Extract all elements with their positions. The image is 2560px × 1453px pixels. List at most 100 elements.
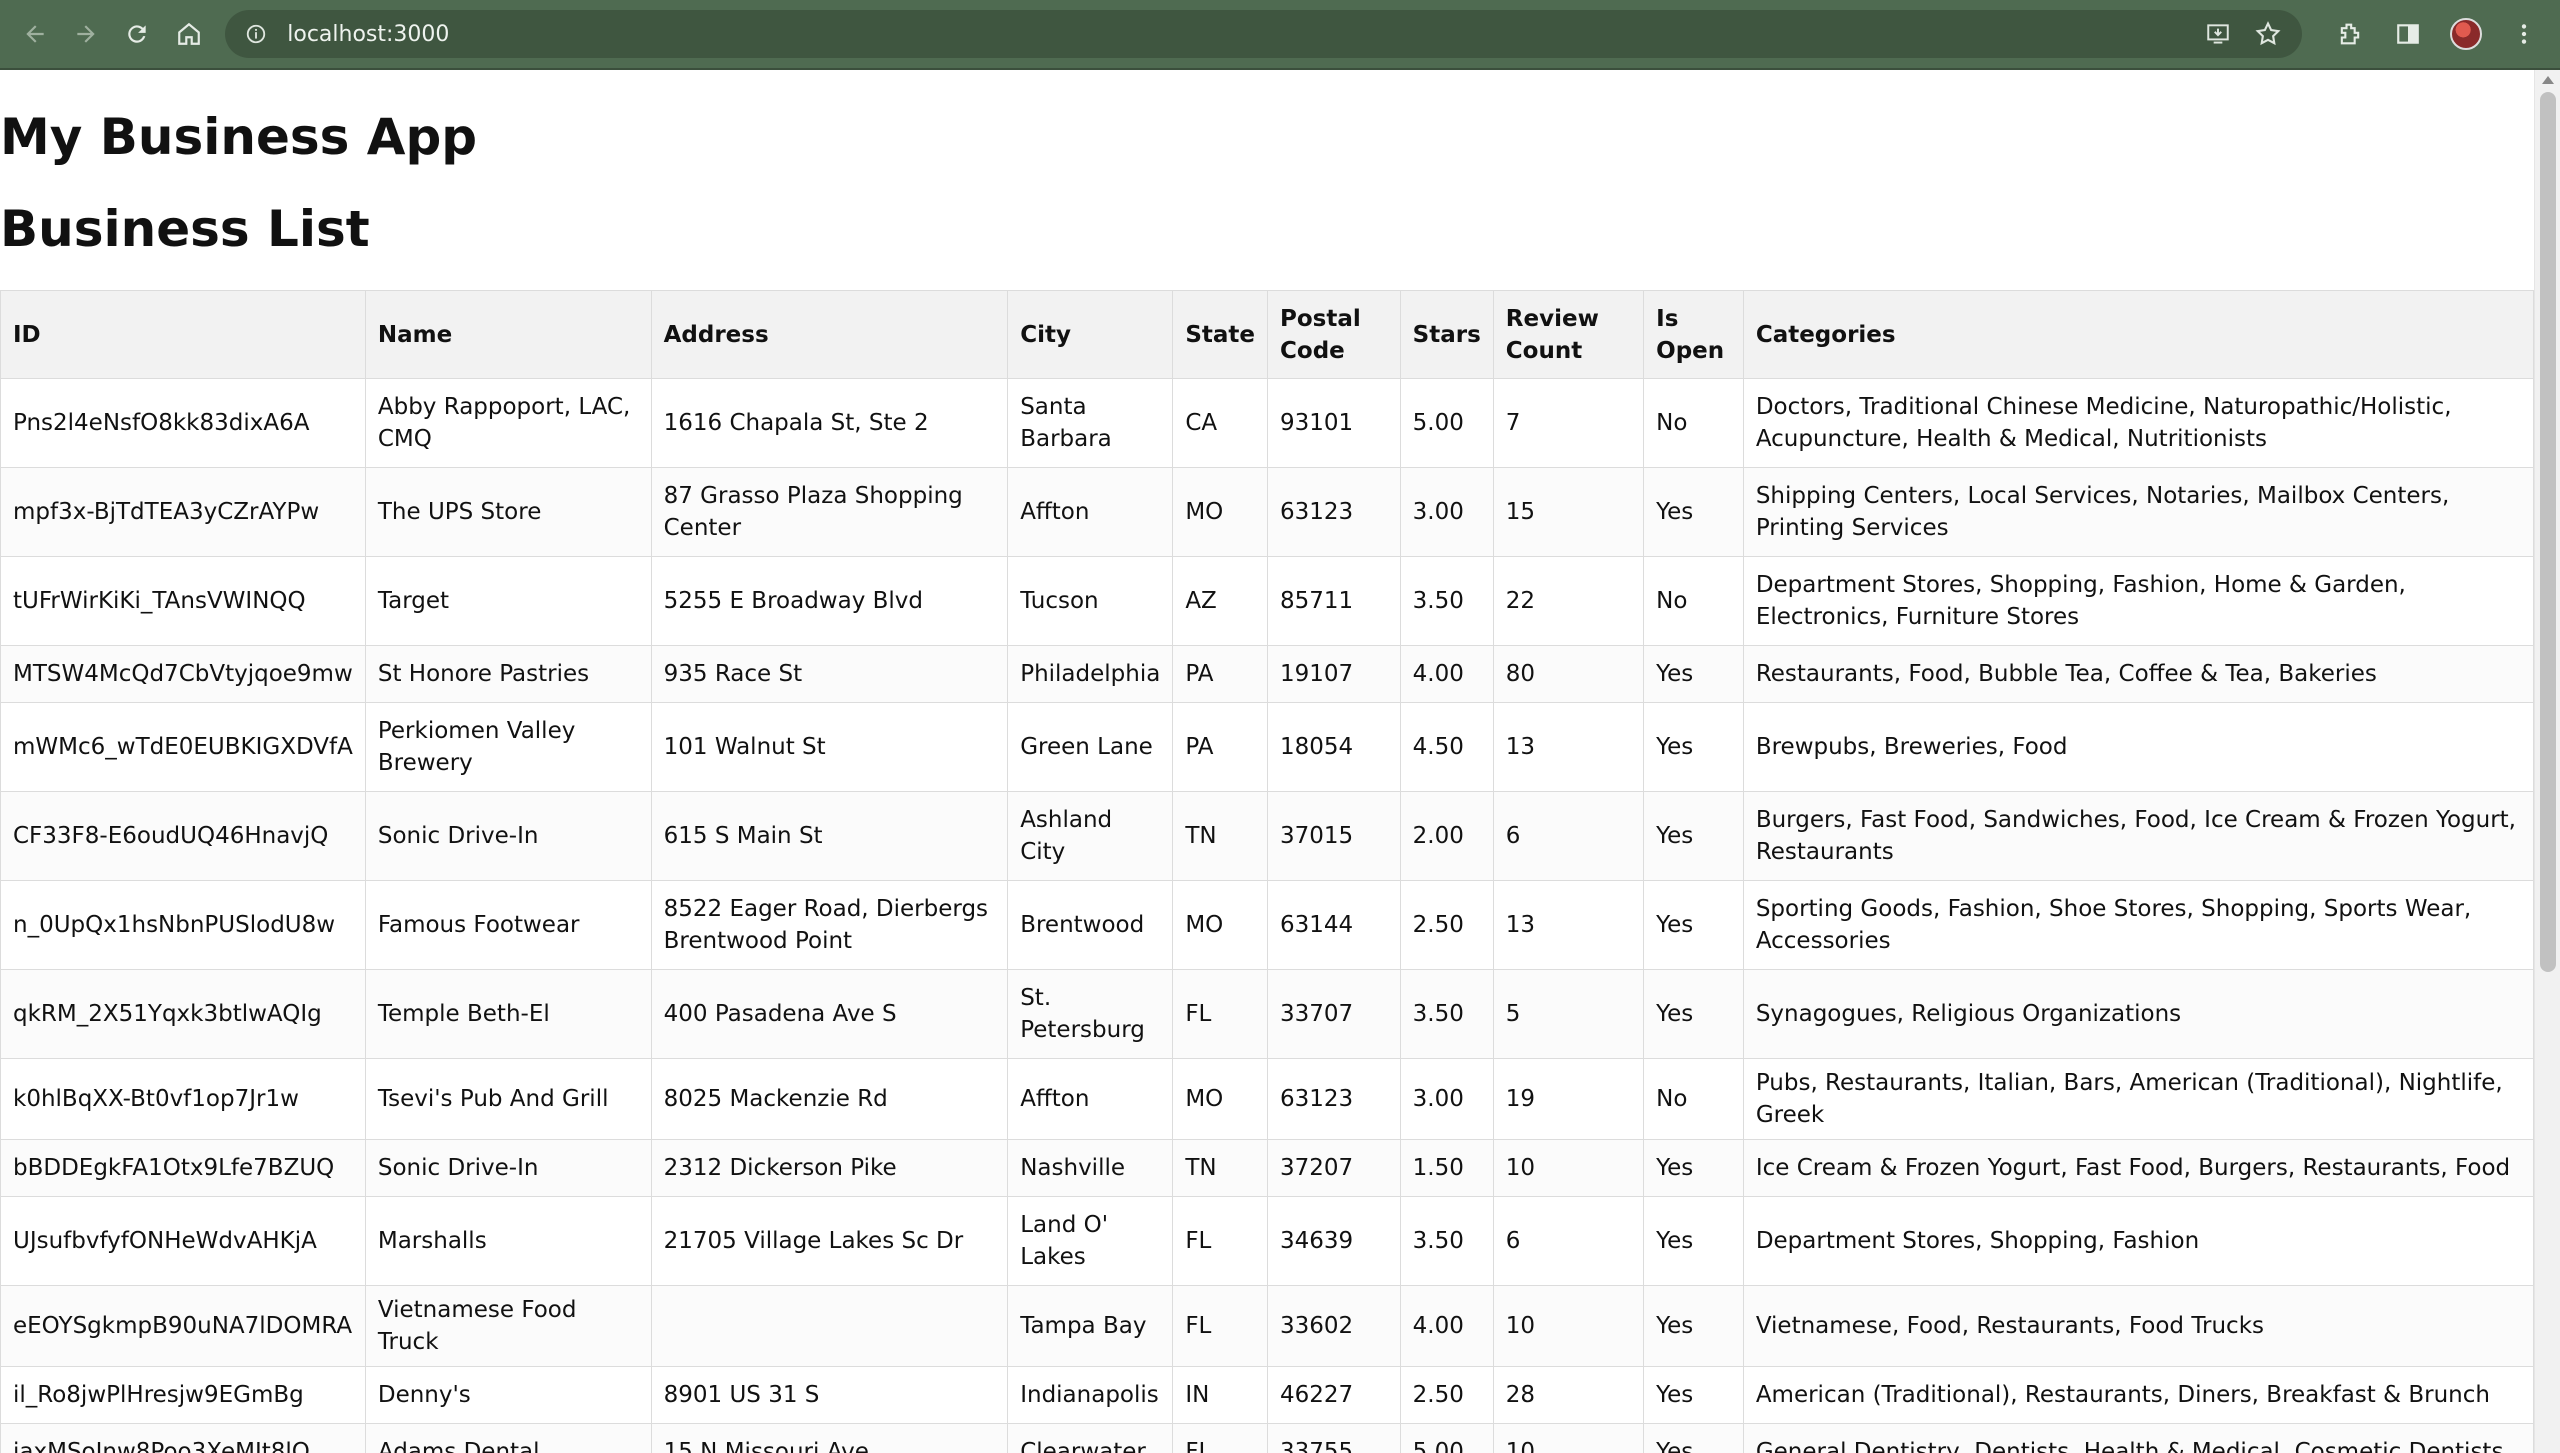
cell-address: 8522 Eager Road, Dierbergs Brentwood Poi… bbox=[650, 880, 1009, 970]
cell-postal-code: 33707 bbox=[1267, 969, 1401, 1059]
table-row: bBDDEgkFA1Otx9Lfe7BZUQ Sonic Drive-In 2312… bbox=[0, 1139, 2535, 1197]
cell-state: IN bbox=[1172, 1366, 1269, 1424]
menu-kebab-icon[interactable] bbox=[2502, 12, 2546, 56]
scrollbar-thumb[interactable] bbox=[2540, 92, 2556, 972]
cell-state: FL bbox=[1172, 1196, 1269, 1286]
site-info-icon[interactable] bbox=[241, 19, 271, 49]
cell-review-count: 10 bbox=[1492, 1423, 1645, 1453]
extensions-icon[interactable] bbox=[2328, 12, 2372, 56]
table-row: il_Ro8jwPlHresjw9EGmBg Denny's 8901 US 31 … bbox=[0, 1366, 2535, 1424]
cell-postal-code: 37015 bbox=[1267, 791, 1401, 881]
cell-city: Ashland City bbox=[1007, 791, 1174, 881]
browser-toolbar: localhost:3000 bbox=[0, 0, 2560, 68]
cell-is-open: Yes bbox=[1643, 1423, 1744, 1453]
header-stars: Stars bbox=[1399, 290, 1494, 379]
cell-state: TN bbox=[1172, 791, 1269, 881]
cell-id: bBDDEgkFA1Otx9Lfe7BZUQ bbox=[0, 1139, 366, 1197]
forward-button[interactable] bbox=[65, 12, 106, 56]
install-app-icon[interactable] bbox=[2200, 16, 2236, 52]
cell-review-count: 10 bbox=[1492, 1139, 1645, 1197]
cell-state: TN bbox=[1172, 1139, 1269, 1197]
cell-address: 8025 Mackenzie Rd bbox=[650, 1058, 1009, 1140]
cell-categories: Synagogues, Religious Organizations bbox=[1742, 969, 2535, 1059]
cell-categories: Brewpubs, Breweries, Food bbox=[1742, 702, 2535, 792]
cell-city: Affton bbox=[1007, 467, 1174, 557]
cell-city: Nashville bbox=[1007, 1139, 1174, 1197]
cell-categories: Department Stores, Shopping, Fashion bbox=[1742, 1196, 2535, 1286]
cell-name: Perkiomen Valley Brewery bbox=[364, 702, 652, 792]
cell-name: Adams Dental bbox=[364, 1423, 652, 1453]
header-categories: Categories bbox=[1742, 290, 2535, 379]
cell-categories: Ice Cream & Frozen Yogurt, Fast Food, Bu… bbox=[1742, 1139, 2535, 1197]
cell-id: k0hlBqXX-Bt0vf1op7Jr1w bbox=[0, 1058, 366, 1140]
cell-address: 935 Race St bbox=[650, 645, 1009, 703]
cell-name: The UPS Store bbox=[364, 467, 652, 557]
header-name: Name bbox=[364, 290, 652, 379]
page-scrollbar[interactable] bbox=[2534, 70, 2560, 1453]
cell-stars: 5.00 bbox=[1399, 378, 1494, 468]
cell-postal-code: 33755 bbox=[1267, 1423, 1401, 1453]
side-panel-icon[interactable] bbox=[2386, 12, 2430, 56]
cell-categories: Vietnamese, Food, Restaurants, Food Truc… bbox=[1742, 1285, 2535, 1367]
cell-postal-code: 19107 bbox=[1267, 645, 1401, 703]
header-id: ID bbox=[0, 290, 366, 379]
cell-categories: Burgers, Fast Food, Sandwiches, Food, Ic… bbox=[1742, 791, 2535, 881]
cell-postal-code: 63123 bbox=[1267, 1058, 1401, 1140]
cell-city: Land O' Lakes bbox=[1007, 1196, 1174, 1286]
cell-name: Sonic Drive-In bbox=[364, 1139, 652, 1197]
cell-review-count: 6 bbox=[1492, 791, 1645, 881]
home-button[interactable] bbox=[168, 12, 209, 56]
cell-city: St. Petersburg bbox=[1007, 969, 1174, 1059]
header-address: Address bbox=[650, 290, 1009, 379]
cell-id: mpf3x-BjTdTEA3yCZrAYPw bbox=[0, 467, 366, 557]
cell-city: Santa Barbara bbox=[1007, 378, 1174, 468]
cell-is-open: No bbox=[1643, 1058, 1744, 1140]
cell-name: Famous Footwear bbox=[364, 880, 652, 970]
cell-stars: 1.50 bbox=[1399, 1139, 1494, 1197]
cell-address: 400 Pasadena Ave S bbox=[650, 969, 1009, 1059]
profile-avatar[interactable] bbox=[2444, 12, 2488, 56]
business-table: ID Name Address City State Postal Code S… bbox=[0, 290, 2535, 1453]
cell-name: Tsevi's Pub And Grill bbox=[364, 1058, 652, 1140]
url-text[interactable]: localhost:3000 bbox=[287, 22, 449, 47]
cell-address: 5255 E Broadway Blvd bbox=[650, 556, 1009, 646]
scroll-up-arrow-icon[interactable] bbox=[2542, 76, 2554, 84]
reload-button[interactable] bbox=[117, 12, 158, 56]
header-city: City bbox=[1007, 290, 1174, 379]
table-row: k0hlBqXX-Bt0vf1op7Jr1w Tsevi's Pub And Gr… bbox=[0, 1058, 2535, 1140]
cell-stars: 2.50 bbox=[1399, 1366, 1494, 1424]
cell-review-count: 13 bbox=[1492, 702, 1645, 792]
cell-is-open: Yes bbox=[1643, 880, 1744, 970]
bookmark-star-icon[interactable] bbox=[2250, 16, 2286, 52]
cell-id: il_Ro8jwPlHresjw9EGmBg bbox=[0, 1366, 366, 1424]
cell-city: Green Lane bbox=[1007, 702, 1174, 792]
back-button[interactable] bbox=[14, 12, 55, 56]
app-title: My Business App bbox=[0, 108, 478, 166]
header-postal-code: Postal Code bbox=[1267, 290, 1401, 379]
arrow-left-icon bbox=[25, 25, 44, 43]
cell-address: 615 S Main St bbox=[650, 791, 1009, 881]
cell-id: eEOYSgkmpB90uNA7lDOMRA bbox=[0, 1285, 366, 1367]
cell-state: PA bbox=[1172, 645, 1269, 703]
reload-icon bbox=[128, 25, 146, 43]
cell-id: qkRM_2X51Yqxk3btlwAQIg bbox=[0, 969, 366, 1059]
cell-stars: 2.50 bbox=[1399, 880, 1494, 970]
cell-postal-code: 33602 bbox=[1267, 1285, 1401, 1367]
cell-is-open: No bbox=[1643, 556, 1744, 646]
cell-review-count: 7 bbox=[1492, 378, 1645, 468]
cell-categories: Shipping Centers, Local Services, Notari… bbox=[1742, 467, 2535, 557]
cell-is-open: Yes bbox=[1643, 1285, 1744, 1367]
table-row: mWMc6_wTdE0EUBKIGXDVfA Perkiomen Valley B… bbox=[0, 702, 2535, 792]
address-bar[interactable]: localhost:3000 bbox=[225, 10, 2303, 58]
cell-id: CF33F8-E6oudUQ46HnavjQ bbox=[0, 791, 366, 881]
table-row: tUFrWirKiKi_TAnsVWINQQ Target 5255 E Broad… bbox=[0, 556, 2535, 646]
cell-postal-code: 63144 bbox=[1267, 880, 1401, 970]
cell-address: 8901 US 31 S bbox=[650, 1366, 1009, 1424]
cell-name: Temple Beth-El bbox=[364, 969, 652, 1059]
cell-review-count: 13 bbox=[1492, 880, 1645, 970]
cell-name: Vietnamese Food Truck bbox=[364, 1285, 652, 1367]
cell-name: St Honore Pastries bbox=[364, 645, 652, 703]
cell-is-open: Yes bbox=[1643, 1366, 1744, 1424]
cell-categories: Doctors, Traditional Chinese Medicine, N… bbox=[1742, 378, 2535, 468]
cell-city: Philadelphia bbox=[1007, 645, 1174, 703]
